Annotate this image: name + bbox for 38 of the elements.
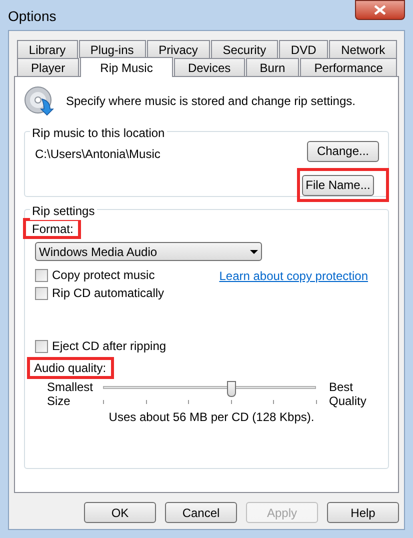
tab[interactable]: Library xyxy=(17,40,78,58)
copy-protection-link[interactable]: Learn about copy protection xyxy=(219,267,368,285)
tab[interactable]: Network xyxy=(329,40,397,58)
slider-max-label: Best Quality xyxy=(329,380,366,408)
tab[interactable]: Security xyxy=(210,40,278,58)
checkbox[interactable] xyxy=(35,268,48,282)
tab[interactable]: Rip Music xyxy=(80,57,173,77)
close-button[interactable] xyxy=(355,0,405,20)
format-label: Format: xyxy=(32,220,74,238)
dialog-button[interactable]: Cancel xyxy=(165,502,237,523)
dropdown-arrow-icon xyxy=(250,250,258,254)
close-icon xyxy=(374,5,386,15)
checkbox[interactable] xyxy=(35,340,48,352)
dialog-button[interactable]: File Name... xyxy=(302,174,374,196)
cd-rip-icon xyxy=(24,85,56,117)
tab[interactable]: Plug-ins xyxy=(78,40,146,58)
checkbox[interactable] xyxy=(35,286,48,300)
checkbox-label: Copy protect music xyxy=(52,267,155,284)
slider-thumb[interactable] xyxy=(226,381,236,397)
checkbox-label: Eject CD after ripping xyxy=(52,338,166,355)
tab[interactable]: Devices xyxy=(174,58,245,76)
tab[interactable]: Burn xyxy=(246,58,300,76)
window-title: Options xyxy=(8,7,56,26)
format-dropdown[interactable]: Windows Media Audio xyxy=(35,242,262,261)
usage-text: Uses about 56 MB per CD (128 Kbps). xyxy=(108,409,314,426)
checkbox-label: Rip CD automatically xyxy=(52,285,164,302)
dialog-button[interactable]: Change... xyxy=(307,140,379,162)
folder-path: C:\Users\Antonia\Music xyxy=(35,146,160,163)
intro-text: Specify where music is stored and change rip settings. xyxy=(66,93,356,110)
slider-min-label: Smallest Size xyxy=(47,380,94,408)
tab[interactable]: Player xyxy=(17,58,80,76)
tab[interactable]: DVD xyxy=(279,40,328,58)
tab[interactable]: Privacy xyxy=(146,40,210,58)
dialog-button[interactable]: Help xyxy=(327,502,399,523)
quality-slider[interactable] xyxy=(103,381,316,405)
tab[interactable]: Performance xyxy=(300,58,397,76)
audio-quality-label: Audio quality: xyxy=(34,360,106,377)
dialog-button[interactable]: OK xyxy=(84,502,156,523)
